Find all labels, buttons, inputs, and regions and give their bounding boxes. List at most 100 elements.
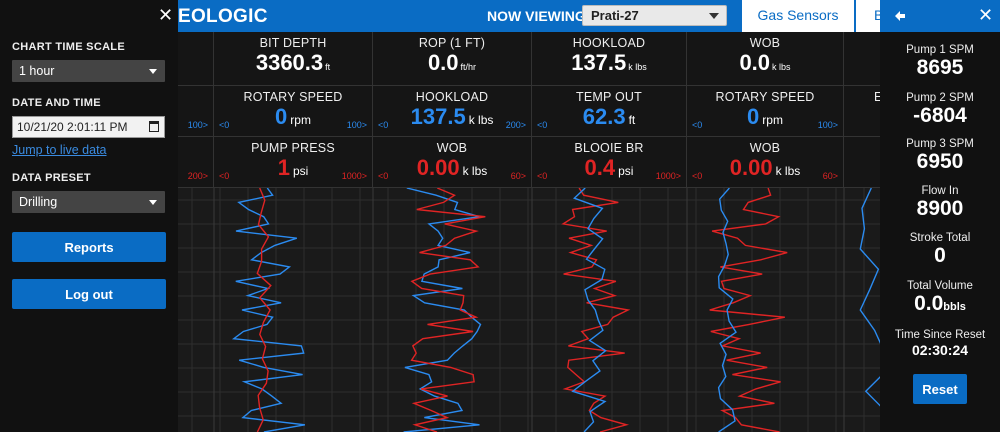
gauge-min: <0: [378, 171, 389, 181]
gauge-max: 60>: [510, 171, 526, 181]
trace-blue: [717, 188, 737, 432]
gauge-temp-out: TEMP OUT 62.3 ft <0: [532, 86, 687, 137]
stat-pump3: Pump 3 SPM 6950: [880, 138, 1000, 174]
date-time-value: 10/21/20 2:01:11 PM: [17, 120, 128, 134]
metrics-panel: BIT DEPTH 3360.3 ft ROP (1 FT) 0.0 ft/hr H…: [178, 32, 880, 188]
gauge-partial-right: E: [844, 86, 880, 137]
gauge-min: <0: [692, 120, 703, 130]
date-time-input[interactable]: 10/21/20 2:01:11 PM: [12, 116, 165, 138]
trace-chart[interactable]: [178, 188, 880, 432]
chevron-down-icon: [149, 69, 157, 74]
gauge-label: ROTARY SPEED: [243, 90, 343, 104]
metric-hookload: HOOKLOAD 137.5 k lbs: [532, 32, 687, 86]
gauge-value: 62.3: [582, 104, 626, 129]
stat-label: Total Volume: [907, 280, 973, 292]
gauge-label: PUMP PRESS: [251, 141, 335, 155]
stat-time-since-reset: Time Since Reset 02:30:24: [880, 329, 1000, 359]
metric-value: 137.5: [571, 50, 627, 75]
jump-to-live-link[interactable]: Jump to live data: [12, 143, 107, 157]
gauge-label: ROTARY SPEED: [715, 90, 815, 104]
pump-panel: ✕ Pump 1 SPM 8695 Pump 2 SPM -6804 Pump …: [880, 0, 1000, 432]
gauge-min: <0: [378, 120, 389, 130]
stat-flow-in: Flow In 8900: [880, 185, 1000, 221]
stat-value: -6804: [913, 104, 967, 127]
data-preset-label: DATA PRESET: [12, 172, 91, 184]
metric-rop: ROP (1 FT) 0.0 ft/hr: [373, 32, 532, 86]
gauge-unit: psi: [292, 164, 309, 178]
trace-red: [709, 188, 788, 432]
close-icon[interactable]: ✕: [158, 5, 173, 26]
gauge-max: 1000>: [341, 171, 367, 181]
trace-blue: [403, 188, 482, 432]
trace-red: [410, 188, 486, 432]
gauge-max: 200>: [187, 171, 208, 181]
chevron-down-icon: [149, 200, 157, 205]
gauge-rotary-speed: ROTARY SPEED 0 rpm <0 100>: [214, 86, 373, 137]
gauge-unit: k lbs: [775, 164, 801, 178]
gauge-value: 0.00: [729, 155, 773, 180]
gauge-label: WOB: [749, 141, 781, 155]
gauge-min: <0: [219, 120, 230, 130]
brand-logo: EOLOGIC: [178, 6, 268, 27]
gauge-hookload: HOOKLOAD 137.5 k lbs <0 200>: [373, 86, 532, 137]
gauge-max: 60>: [822, 171, 838, 181]
metric-unit: k lbs: [772, 62, 791, 72]
gauge-value: 0.4: [584, 155, 616, 180]
chart-time-scale-label: CHART TIME SCALE: [12, 41, 125, 53]
pin-icon[interactable]: [894, 10, 906, 22]
data-preset-select[interactable]: Drilling: [12, 191, 165, 213]
gauge-unit: k lbs: [462, 164, 488, 178]
gauge-min: <0: [692, 171, 703, 181]
metric-label: BIT DEPTH: [259, 36, 327, 50]
tab-gas-sensors[interactable]: Gas Sensors: [742, 0, 854, 32]
trace-blue: [859, 188, 880, 407]
tab-next[interactable]: B: [856, 0, 880, 32]
stat-value: 02:30:24: [911, 342, 969, 358]
gauge-unit: rpm: [290, 113, 311, 127]
reports-button[interactable]: Reports: [12, 232, 166, 262]
date-time-label: DATE AND TIME: [12, 97, 101, 109]
stat-pump1: Pump 1 SPM 8695: [880, 44, 1000, 80]
stat-value: 0: [934, 244, 946, 267]
metric-wob: WOB 0.0 k lbs: [687, 32, 844, 86]
gauge-partial-left: 100>: [178, 86, 214, 137]
metric-value: 3360.3: [255, 50, 324, 75]
gauge-unit: rpm: [762, 113, 783, 127]
stat-value: 8900: [916, 197, 964, 220]
logout-button[interactable]: Log out: [12, 279, 166, 309]
stat-label: Pump 1 SPM: [906, 44, 974, 56]
gauge-unit: k lbs: [468, 113, 494, 127]
metric-partial-right: [844, 32, 880, 86]
gauge-max: 1000>: [655, 171, 681, 181]
stat-value: 0.0: [914, 292, 944, 315]
gauge-partial-right-2: [844, 137, 880, 188]
gauge-max: 100>: [187, 120, 208, 130]
gauge-value: 0: [275, 104, 288, 129]
close-icon[interactable]: ✕: [978, 5, 993, 26]
stat-pump2: Pump 2 SPM -6804: [880, 92, 1000, 128]
settings-drawer: ✕ CHART TIME SCALE 1 hour DATE AND TIME …: [0, 0, 178, 432]
stat-value: 8695: [916, 56, 964, 79]
gauge-label: WOB: [436, 141, 468, 155]
stat-total-volume: Total Volume 0.0bbls: [880, 280, 1000, 319]
trace-chart-svg: [178, 188, 880, 432]
metric-label: WOB: [749, 36, 781, 50]
chart-time-scale-select[interactable]: 1 hour: [12, 60, 165, 82]
metric-label: HOOKLOAD: [572, 36, 646, 50]
gauge-blooie-br: BLOOIE BR 0.4 psi <0 1000>: [532, 137, 687, 188]
chevron-down-icon: [709, 13, 719, 19]
data-preset-value: Drilling: [19, 195, 58, 209]
well-select[interactable]: Prati-27: [582, 5, 727, 26]
gauge-max: 100>: [346, 120, 367, 130]
stat-label: Pump 2 SPM: [906, 92, 974, 104]
metric-label: ROP (1 FT): [418, 36, 486, 50]
gauge-value: 0: [747, 104, 760, 129]
stat-value: 6950: [916, 150, 964, 173]
gauge-value: 1: [277, 155, 290, 180]
gauge-min: <0: [537, 171, 548, 181]
gauge-partial-left-2: 200>: [178, 137, 214, 188]
gauge-rotary-speed-2: ROTARY SPEED 0 rpm <0 100>: [687, 86, 844, 137]
chart-time-scale-value: 1 hour: [19, 64, 55, 78]
reset-button[interactable]: Reset: [913, 374, 967, 404]
calendar-icon[interactable]: [149, 121, 159, 132]
